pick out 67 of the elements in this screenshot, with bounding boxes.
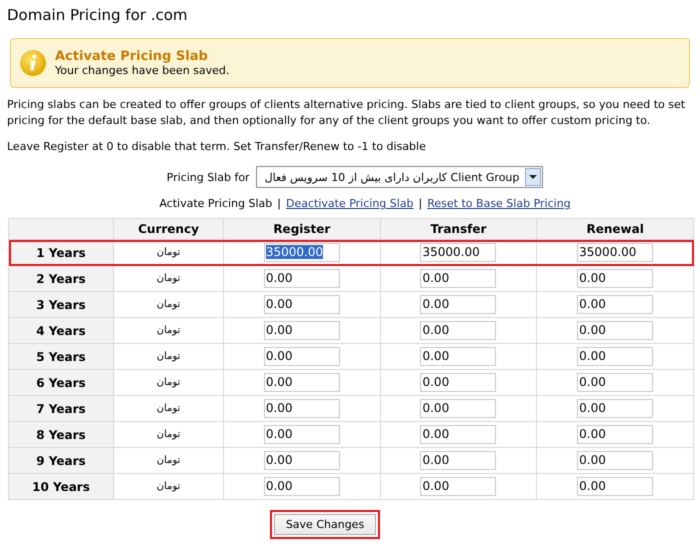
- slab-dropdown[interactable]: کاربران دارای بیش از 10 سرویس فعال Client Group: [256, 166, 544, 188]
- column-header: Currency: [114, 218, 224, 240]
- register-field[interactable]: 0.00: [264, 399, 340, 418]
- renewal-field[interactable]: 0.00: [577, 321, 654, 340]
- transfer-field[interactable]: 0.00: [420, 399, 496, 418]
- register-field[interactable]: 0.00: [264, 347, 340, 366]
- renewal-field[interactable]: 0.00: [577, 451, 654, 470]
- register-field[interactable]: 0.00: [264, 373, 340, 392]
- currency-cell: تومان: [114, 292, 224, 318]
- register-field[interactable]: 0.00: [264, 321, 340, 340]
- transfer-field[interactable]: 0.00: [420, 295, 496, 314]
- notice-message: Your changes have been saved.: [55, 64, 230, 77]
- currency-cell: تومان: [114, 448, 224, 474]
- register-field[interactable]: 0.00: [264, 477, 340, 496]
- slab-label: Pricing Slab for: [166, 170, 250, 184]
- term-cell: 1 Years: [8, 240, 114, 266]
- term-cell: 10 Years: [8, 474, 114, 500]
- register-field[interactable]: 35000.00: [264, 243, 340, 262]
- column-header: Transfer: [380, 218, 537, 240]
- transfer-field[interactable]: 0.00: [420, 321, 496, 340]
- renewal-field[interactable]: 0.00: [577, 425, 654, 444]
- page-title: Domain Pricing for .com: [7, 5, 188, 26]
- column-header: Register: [224, 218, 380, 240]
- save-button[interactable]: Save Changes: [270, 510, 380, 539]
- separator: |: [418, 197, 422, 210]
- register-field[interactable]: 0.00: [264, 295, 340, 314]
- action-link[interactable]: Deactivate Pricing Slab: [286, 197, 414, 210]
- currency-cell: تومان: [114, 422, 224, 448]
- term-cell: 6 Years: [8, 370, 114, 396]
- register-field[interactable]: 0.00: [264, 425, 340, 444]
- renewal-field[interactable]: 0.00: [577, 399, 654, 418]
- term-cell: 2 Years: [8, 266, 114, 292]
- term-cell: 7 Years: [8, 396, 114, 422]
- renewal-field[interactable]: 0.00: [577, 373, 654, 392]
- transfer-field[interactable]: 0.00: [420, 373, 496, 392]
- term-cell: 3 Years: [8, 292, 114, 318]
- currency-cell: تومان: [114, 266, 224, 292]
- renewal-field[interactable]: 0.00: [577, 477, 654, 496]
- renewal-field[interactable]: 35000.00: [577, 243, 654, 262]
- term-cell: 9 Years: [8, 448, 114, 474]
- renewal-field[interactable]: 0.00: [577, 347, 654, 366]
- currency-cell: تومان: [114, 370, 224, 396]
- term-cell: 4 Years: [8, 318, 114, 344]
- transfer-field[interactable]: 35000.00: [420, 243, 496, 262]
- register-field[interactable]: 0.00: [264, 269, 340, 288]
- currency-cell: تومان: [114, 396, 224, 422]
- notice-heading: Activate Pricing Slab: [55, 49, 209, 64]
- info-icon: [19, 49, 47, 77]
- column-header: Renewal: [536, 218, 694, 240]
- currency-cell: تومان: [114, 474, 224, 500]
- transfer-field[interactable]: 0.00: [420, 451, 496, 470]
- transfer-field[interactable]: 0.00: [420, 347, 496, 366]
- renewal-field[interactable]: 0.00: [577, 295, 654, 314]
- hint-text: Leave Register at 0 to disable that term. Set Transfer/Renew to -1 to disable: [7, 139, 427, 155]
- term-cell: 5 Years: [8, 344, 114, 370]
- currency-cell: تومان: [114, 318, 224, 344]
- register-field[interactable]: 0.00: [264, 451, 340, 470]
- transfer-field[interactable]: 0.00: [420, 425, 496, 444]
- intro-text: Pricing slabs can be created to offer groups of clients alternative pricing. Slabs are tied to client groups, so you need to set pricing for the default base slab, and then optionally for any of the client groups you want to offer custom pricing to.: [7, 97, 686, 129]
- currency-cell: تومان: [114, 344, 224, 370]
- transfer-field[interactable]: 0.00: [420, 477, 496, 496]
- renewal-field[interactable]: 0.00: [577, 269, 654, 288]
- separator: |: [277, 197, 281, 210]
- action-link[interactable]: Reset to Base Slab Pricing: [427, 197, 571, 210]
- term-cell: 8 Years: [8, 422, 114, 448]
- current-action-text: Activate Pricing Slab: [159, 197, 272, 210]
- transfer-field[interactable]: 0.00: [420, 269, 496, 288]
